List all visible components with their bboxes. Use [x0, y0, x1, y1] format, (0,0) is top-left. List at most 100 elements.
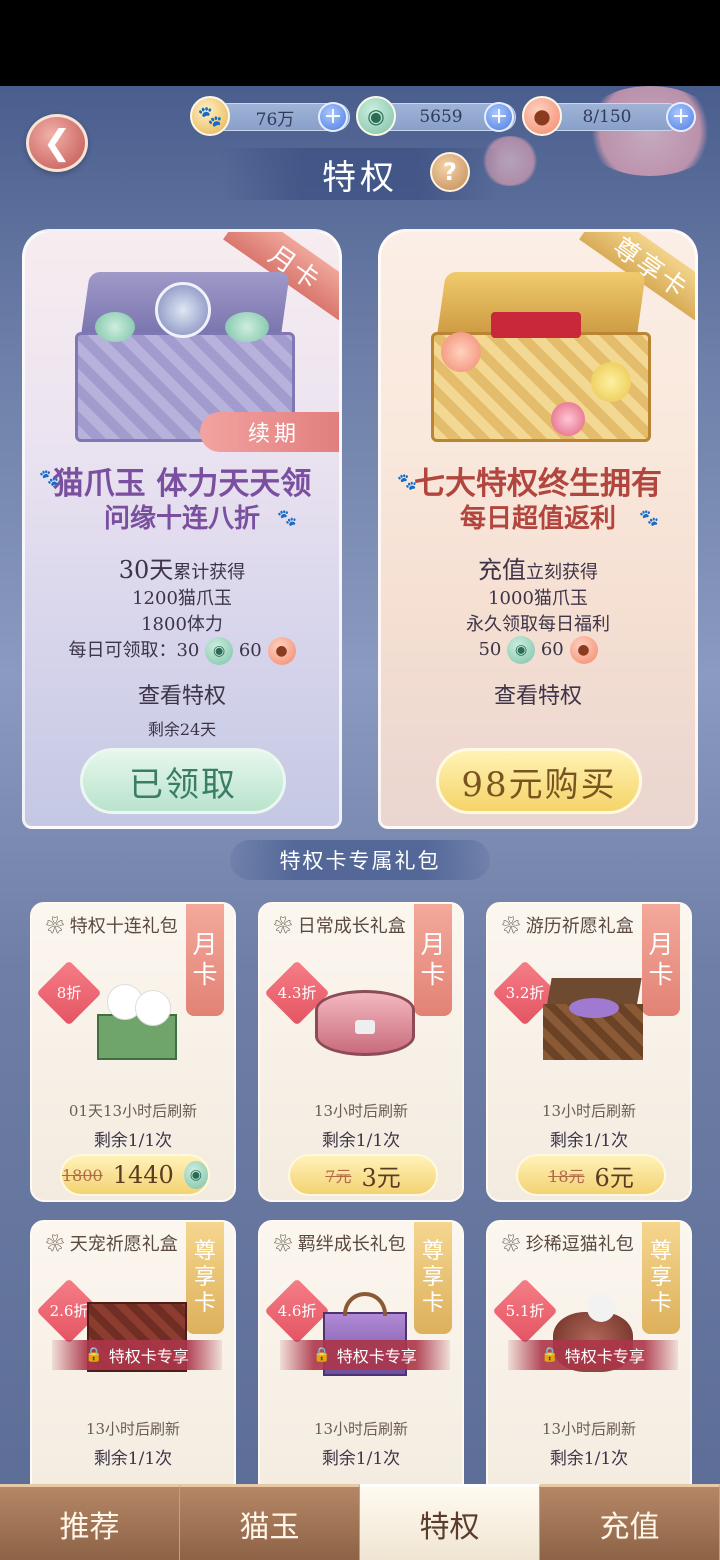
gift-pack-card[interactable]: ❀ 特权十连礼包 月卡 8折 01天13小时后刷新 剩余1/1次 1800 14… — [30, 902, 236, 1202]
lock-icon: 🔒 — [541, 1347, 559, 1363]
remaining-count: 剩余1/1次 — [549, 1131, 629, 1151]
status-bar — [0, 0, 720, 86]
currency-value: 76万 — [255, 109, 295, 130]
vip-exclusive-banner: 🔒 特权卡专享 — [508, 1340, 678, 1370]
page-title: 特权 — [322, 157, 398, 198]
vip-card-chest-image — [431, 272, 651, 442]
stamina-bun-icon: ● — [522, 96, 562, 136]
vip-card-ribbon: 尊享卡 — [642, 1222, 680, 1334]
stamina-bun-icon: ● — [267, 637, 296, 665]
sale-price: 6元 — [594, 1163, 634, 1192]
month-card-ribbon: 月卡 — [414, 904, 452, 1016]
month-card-panel: 月卡 续期 猫爪玉 体力天天领 问缘十连八折 🐾 🐾 30天累计获得 1200猫… — [22, 229, 342, 829]
section-title: 特权卡专属礼包 — [230, 840, 490, 880]
vip-exclusive-label: 特权卡专享 — [564, 1347, 645, 1366]
refresh-timer: 13小时后刷新 — [541, 1420, 637, 1438]
lock-icon: 🔒 — [85, 1347, 103, 1363]
currency-value: 5659 — [419, 107, 463, 127]
lotus-pack-image — [87, 974, 187, 1064]
daily-stamina-value: 60 — [540, 639, 564, 660]
gift-pack-card[interactable]: ❀ 日常成长礼盒 月卡 4.3折 13小时后刷新 剩余1/1次 7元 3元 — [258, 902, 464, 1202]
paw-icon: 🐾 — [397, 472, 417, 491]
buy-vip-card-button[interactable]: 98元购买 — [436, 748, 642, 814]
month-card-gain-stamina: 1800体力 — [141, 614, 223, 635]
daily-label: 每日可领取： — [68, 640, 177, 661]
refresh-timer: 01天13小时后刷新 — [68, 1102, 198, 1120]
vip-card-ribbon: 尊享卡 — [186, 1222, 224, 1334]
tab-cat-jade[interactable]: 猫玉 — [180, 1484, 360, 1560]
vip-exclusive-banner: 🔒 特权卡专享 — [52, 1340, 222, 1370]
vip-exclusive-label: 特权卡专享 — [336, 1347, 417, 1366]
daily-stamina-value: 60 — [238, 640, 262, 661]
tab-recharge[interactable]: 充值 — [540, 1484, 720, 1560]
sale-price: 1440 — [112, 1161, 174, 1189]
gift-pack-card[interactable]: ❀ 羁绊成长礼包 尊享卡 4.6折 🔒 特权卡专享 13小时后刷新 剩余1/1次 — [258, 1220, 464, 1520]
bottom-tab-bar: 推荐 猫玉 特权 充值 — [0, 1484, 720, 1560]
recharge-caption: 立刻获得 — [526, 562, 598, 583]
gift-pack-card[interactable]: ❀ 天宠祈愿礼盒 尊享卡 2.6折 🔒 特权卡专享 13小时后刷新 剩余1/1次 — [30, 1220, 236, 1520]
pack-title: ❀ 珍稀逗猫礼包 — [502, 1234, 634, 1255]
refresh-timer: 13小时后刷新 — [313, 1420, 409, 1438]
remaining-count: 剩余1/1次 — [549, 1449, 629, 1469]
original-price: 7元 — [325, 1167, 352, 1186]
pack-title: ❀ 羁绊成长礼包 — [274, 1234, 406, 1255]
back-button[interactable]: ❮ — [26, 114, 88, 172]
pack-title: ❀ 特权十连礼包 — [46, 916, 178, 937]
tab-recommend[interactable]: 推荐 — [0, 1484, 180, 1560]
vip-exclusive-banner: 🔒 特权卡专享 — [280, 1340, 450, 1370]
privilege-screen: ❮ 76万 🐾 + 5659 ◉ + 8/150 ● + 特权 ? 月卡 续期 … — [0, 86, 720, 1560]
back-arrow-icon: ❮ — [42, 123, 72, 163]
tab-privilege[interactable]: 特权 — [360, 1484, 540, 1560]
month-card-gain-jade: 1200猫爪玉 — [132, 588, 232, 609]
daily-jade-value: 50 — [478, 639, 502, 660]
month-card-days-line: 30天累计获得 — [25, 550, 339, 585]
days-value: 30天 — [118, 556, 174, 584]
view-month-privileges-link[interactable]: 查看特权 — [25, 678, 339, 710]
stamina-bun-icon: ● — [569, 636, 598, 664]
paw-icon: 🐾 — [39, 468, 59, 487]
month-card-ribbon: 月卡 — [186, 904, 224, 1016]
cat-paw-coin-icon: 🐾 — [190, 96, 230, 136]
gift-pack-card[interactable]: ❀ 珍稀逗猫礼包 尊享卡 5.1折 🔒 特权卡专享 13小时后刷新 剩余1/1次 — [486, 1220, 692, 1520]
cat-jade-icon: ◉ — [205, 637, 234, 665]
buy-pack-button[interactable]: 1800 1440 ◉ — [60, 1154, 210, 1196]
original-price: 18元 — [548, 1167, 585, 1186]
cat-jade-icon: ◉ — [356, 96, 396, 136]
add-stamina-button[interactable]: + — [666, 102, 696, 132]
vip-exclusive-label: 特权卡专享 — [108, 1347, 189, 1366]
sale-price: 3元 — [361, 1163, 401, 1192]
round-box-image — [315, 974, 415, 1064]
original-price: 1800 — [62, 1165, 103, 1185]
buy-pack-button[interactable]: 7元 3元 — [288, 1154, 438, 1196]
vip-card-slogan: 七大特权终生拥有 — [414, 466, 662, 502]
blossom-decoration — [580, 86, 720, 176]
add-paw-coin-button[interactable]: + — [318, 102, 348, 132]
help-button[interactable]: ? — [430, 152, 470, 192]
gift-pack-card[interactable]: ❀ 游历祈愿礼盒 月卡 3.2折 13小时后刷新 剩余1/1次 18元 6元 — [486, 902, 692, 1202]
cat-jade-icon: ◉ — [183, 1161, 208, 1189]
pack-title: ❀ 日常成长礼盒 — [274, 916, 406, 937]
month-card-slogan: 猫爪玉 体力天天领 — [52, 466, 312, 502]
paw-icon: 🐾 — [639, 508, 659, 527]
add-jade-button[interactable]: + — [484, 102, 514, 132]
refresh-timer: 13小时后刷新 — [85, 1420, 181, 1438]
claimed-button[interactable]: 已领取 — [80, 748, 286, 814]
currency-value: 8/150 — [582, 107, 632, 127]
refresh-timer: 13小时后刷新 — [313, 1102, 409, 1120]
renew-button[interactable]: 续期 — [200, 412, 339, 452]
buy-pack-button[interactable]: 18元 6元 — [516, 1154, 666, 1196]
vip-card-panel: 尊享卡 七大特权终生拥有 每日超值返利 🐾 🐾 充值立刻获得 1000猫爪玉 永… — [378, 229, 698, 829]
daily-jade-value: 30 — [176, 640, 200, 661]
month-card-daily-line: 每日可领取：30 ◉ 60 ● — [25, 636, 339, 665]
pack-title: ❀ 天宠祈愿礼盒 — [46, 1234, 178, 1255]
lock-icon: 🔒 — [313, 1347, 331, 1363]
refresh-timer: 13小时后刷新 — [541, 1102, 637, 1120]
month-card-remaining: 剩余24天 — [147, 720, 217, 739]
question-icon: ? — [443, 158, 457, 186]
vip-card-recharge-line: 充值立刻获得 — [381, 550, 695, 585]
view-vip-privileges-link[interactable]: 查看特权 — [381, 678, 695, 710]
month-card-ribbon: 月卡 — [642, 904, 680, 1016]
remaining-count: 剩余1/1次 — [93, 1449, 173, 1469]
vip-card-daily-line: 50 ◉ 60 ● — [381, 636, 695, 664]
recharge-value: 充值 — [478, 556, 526, 584]
